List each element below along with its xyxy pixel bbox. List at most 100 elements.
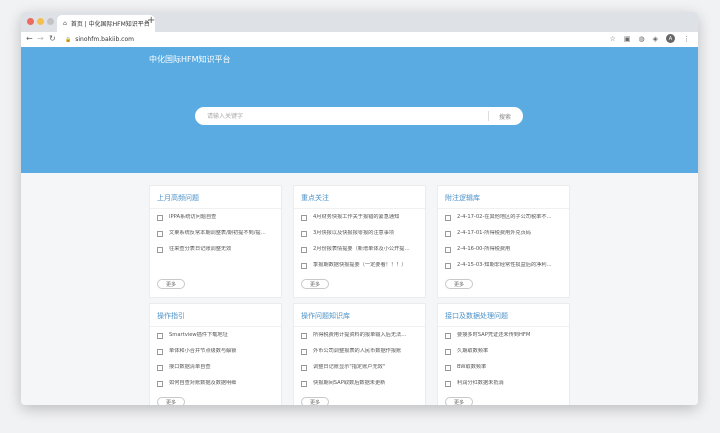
card-title[interactable]: 上月高频问题 [157,193,199,203]
list-item[interactable]: 往来查分表日记账调整无效 [157,246,275,262]
new-tab-icon[interactable]: + [147,15,155,26]
card-operation-kb: 操作问题知识库 所得税费用计提资料的报单输入后无法… 外币公司调整报表的人民币数… [293,303,426,405]
document-icon [445,231,451,237]
document-icon [445,263,451,269]
more-button[interactable]: 更多 [445,279,473,289]
bookmark-star-icon[interactable]: ☆ [610,35,616,43]
document-icon [301,263,307,269]
document-icon [301,365,307,371]
document-icon [157,333,163,339]
card-divider [150,208,281,209]
window-controls [27,18,54,25]
card-list: IPPA系统访问题自查 文莱系统反常本期调整表/期初提不到/提… 往来查分表日记… [157,214,275,262]
search-bar: 搜索 [195,107,523,125]
close-window-button[interactable] [27,18,34,25]
list-item[interactable]: IPPA系统访问题自查 [157,214,275,230]
list-item[interactable]: 所得税费用计提资料的报单输入后无法… [301,332,419,348]
list-item[interactable]: 快报期间SAP取数后数据未更新 [301,380,419,396]
list-item[interactable]: 如何自查对账数据及数据明细 [157,380,275,396]
card-divider [294,326,425,327]
address-bar[interactable]: 🔒 sinohfm.bakiib.com [65,34,605,45]
document-icon [445,333,451,339]
more-button[interactable]: 更多 [157,397,185,405]
more-button[interactable]: 更多 [157,279,185,289]
card-divider [294,208,425,209]
card-list: Smartview插件下载地址 单体和小合并节点级数与解锁 接口数据清单自查 如… [157,332,275,396]
list-item[interactable]: 季报期数据快报提要（一定要看！！！） [301,262,419,278]
search-input[interactable] [205,111,488,121]
card-title[interactable]: 重点关注 [301,193,329,203]
search-divider [487,111,489,121]
list-item[interactable]: 外币公司调整报表的人民币数据作报账 [301,348,419,364]
maximize-window-button[interactable] [47,18,54,25]
list-item[interactable]: 2-4-17-01-所得税费用外兑页码 [445,230,563,246]
hero-banner: 中化国际HFM知识平台 搜索 [21,47,698,173]
browser-tab[interactable]: ⌂ 首页 | 中化国际HFM知识平台 × [57,15,155,32]
save-icon[interactable]: ▣ [624,35,631,43]
list-item[interactable]: 3月快报以及快报报零报的注意事项 [301,230,419,246]
document-icon [301,381,307,387]
more-button[interactable]: 更多 [301,397,329,405]
card-title[interactable]: 操作问题知识库 [301,311,350,321]
card-title[interactable]: 附注逻辑库 [445,193,480,203]
card-last-month-faq: 上月高频问题 IPPA系统访问题自查 文莱系统反常本期调整表/期初提不到/提… … [149,185,282,298]
document-icon [157,231,163,237]
list-item[interactable]: 2-4-16-00-所得税费用 [445,246,563,262]
list-item[interactable]: 久期取数频率 [445,348,563,364]
list-item[interactable]: 2-4-15-03-知期非经常性损益后的净利… [445,262,563,278]
document-icon [301,215,307,221]
list-item[interactable]: 利润分红数据未抵消 [445,380,563,396]
list-item[interactable]: 单体和小合并节点级数与解锁 [157,348,275,364]
lock-icon: 🔒 [65,36,72,43]
reload-icon[interactable]: ↻ [49,34,56,43]
more-button[interactable]: 更多 [445,397,473,405]
document-icon [445,215,451,221]
browser-window: ⌂ 首页 | 中化国际HFM知识平台 × + ← → ↻ 🔒 sinohfm.b… [21,12,698,405]
menu-icon[interactable]: ⋮ [683,35,690,43]
document-icon [157,381,163,387]
list-item[interactable]: 要接多时SAP凭证还未传到HFM [445,332,563,348]
list-item[interactable]: 调整日记账显示"指定账户无效" [301,364,419,380]
card-list: 2-4-17-02-在其他地区的子公司税率不… 2-4-17-01-所得税费用外… [445,214,563,278]
extension-icon[interactable]: ◍ [639,35,645,43]
url-text: sinohfm.bakiib.com [75,36,134,43]
list-item[interactable]: BW取数频率 [445,364,563,380]
list-item[interactable]: 2月份报表情提要（新增单体及小公开提… [301,246,419,262]
card-title[interactable]: 操作指引 [157,311,185,321]
list-item[interactable]: 2-4-17-02-在其他地区的子公司税率不… [445,214,563,230]
browser-toolbar: ← → ↻ 🔒 sinohfm.bakiib.com ☆ ▣ ◍ ◈ A ⋮ [21,32,698,48]
profile-avatar[interactable]: A [666,34,675,43]
document-icon [301,247,307,253]
card-divider [438,326,569,327]
card-list: 4月财务快报工作关于报错的紧急通知 3月快报以及快报报零报的注意事项 2月份报表… [301,214,419,278]
list-item[interactable]: 文莱系统反常本期调整表/期初提不到/提… [157,230,275,246]
card-divider [150,326,281,327]
toolbar-icons: ☆ ▣ ◍ ◈ A ⋮ [610,34,690,43]
card-key-focus: 重点关注 4月财务快报工作关于报错的紧急通知 3月快报以及快报报零报的注意事项 … [293,185,426,298]
list-item[interactable]: 4月财务快报工作关于报错的紧急通知 [301,214,419,230]
favicon-icon: ⌂ [63,20,67,27]
document-icon [157,247,163,253]
list-item[interactable]: 接口数据清单自查 [157,364,275,380]
site-brand[interactable]: 中化国际HFM知识平台 [149,54,231,65]
card-operation-guide: 操作指引 Smartview插件下载地址 单体和小合并节点级数与解锁 接口数据清… [149,303,282,405]
shield-icon[interactable]: ◈ [653,35,658,43]
document-icon [157,215,163,221]
tab-bar: ⌂ 首页 | 中化国际HFM知识平台 × + [21,12,698,32]
forward-icon[interactable]: → [37,34,44,43]
tab-title: 首页 | 中化国际HFM知识平台 [70,21,150,28]
document-icon [445,381,451,387]
card-list: 要接多时SAP凭证还未传到HFM 久期取数频率 BW取数频率 利润分红数据未抵消 [445,332,563,396]
card-notes-logic: 附注逻辑库 2-4-17-02-在其他地区的子公司税率不… 2-4-17-01-… [437,185,570,298]
document-icon [157,365,163,371]
card-list: 所得税费用计提资料的报单输入后无法… 外币公司调整报表的人民币数据作报账 调整日… [301,332,419,396]
document-icon [157,349,163,355]
document-icon [301,333,307,339]
back-icon[interactable]: ← [26,34,33,43]
list-item[interactable]: Smartview插件下载地址 [157,332,275,348]
document-icon [301,349,307,355]
card-title[interactable]: 接口及数据处理问题 [445,311,508,321]
more-button[interactable]: 更多 [301,279,329,289]
search-button[interactable]: 搜索 [499,112,511,121]
minimize-window-button[interactable] [37,18,44,25]
